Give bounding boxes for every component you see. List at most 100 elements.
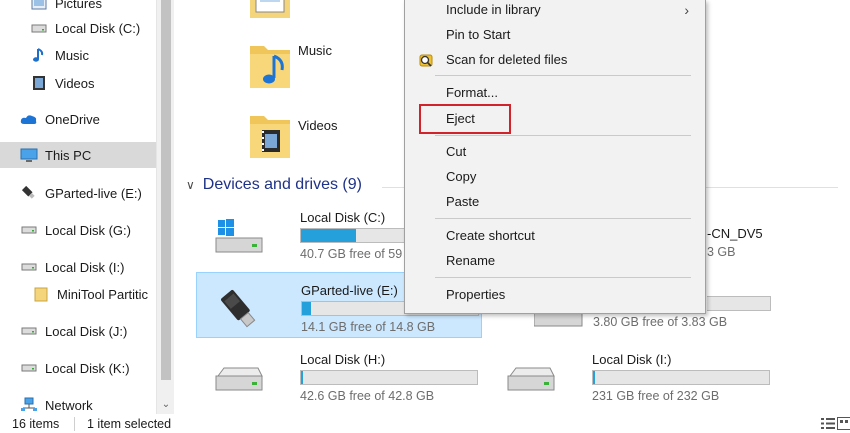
folder-videos-label: Videos bbox=[298, 117, 338, 133]
menu-item-properties[interactable]: Properties bbox=[405, 282, 705, 307]
nav-item-label: Pictures bbox=[55, 0, 102, 11]
nav-item-network[interactable]: Network bbox=[20, 392, 174, 414]
nav-item-minitool[interactable]: MiniTool Partitic bbox=[32, 281, 174, 307]
videos-folder-icon bbox=[250, 116, 290, 158]
drive-usage-fill bbox=[302, 302, 311, 315]
nav-scrollbar[interactable]: ⌄ bbox=[156, 0, 174, 414]
chevron-down-icon: ∨ bbox=[186, 178, 195, 192]
nav-item-local-disk-k[interactable]: Local Disk (K:) bbox=[20, 355, 174, 381]
drive-usage-fill bbox=[301, 371, 303, 384]
drive-usage-fill bbox=[301, 229, 356, 242]
music-folder-icon bbox=[250, 46, 290, 88]
nav-item-label: This PC bbox=[45, 147, 92, 163]
navigation-pane: Pictures Local Disk (C:) Music Videos On… bbox=[0, 0, 174, 414]
nav-item-label: Music bbox=[55, 47, 89, 63]
devices-drives-header[interactable]: ∨ Devices and drives (9) bbox=[186, 176, 362, 194]
drive-name: Local Disk (C:) bbox=[300, 210, 386, 225]
drive-icon bbox=[30, 19, 48, 37]
nav-item-local-disk-g[interactable]: Local Disk (G:) bbox=[20, 217, 174, 243]
drive-partial-free: 3 GB bbox=[707, 245, 736, 259]
nav-item-local-disk-c[interactable]: Local Disk (C:) bbox=[30, 15, 174, 41]
this-pc-icon bbox=[20, 146, 38, 164]
nav-item-local-disk-i[interactable]: Local Disk (I:) bbox=[20, 254, 174, 280]
drive-free-space: 40.7 GB free of 59 bbox=[300, 247, 403, 261]
eject-highlight-box bbox=[419, 104, 511, 134]
drive-partial-free-2: 3.80 GB free of 3.83 GB bbox=[593, 315, 728, 329]
drive-name: Local Disk (H:) bbox=[300, 352, 386, 367]
nav-item-label: Local Disk (I:) bbox=[45, 259, 125, 275]
nav-item-label: GParted-live (E:) bbox=[45, 185, 142, 201]
drive-free-space: 42.6 GB free of 42.8 GB bbox=[300, 389, 435, 403]
music-icon bbox=[30, 46, 48, 64]
windows-drive-icon bbox=[215, 219, 263, 253]
item-count: 16 items bbox=[12, 417, 60, 431]
drive-local-disk-h[interactable]: Local Disk (H:) 42.6 GB free of 42.8 GB bbox=[196, 342, 482, 408]
menu-separator bbox=[435, 277, 691, 278]
menu-item-copy[interactable]: Copy bbox=[405, 164, 705, 189]
pictures-folder-icon bbox=[250, 0, 290, 18]
nav-item-label: OneDrive bbox=[45, 111, 100, 127]
menu-item-format[interactable]: Format... bbox=[405, 80, 705, 105]
folder-music[interactable]: Music bbox=[248, 40, 332, 90]
folder-icon bbox=[32, 285, 50, 303]
usb-drive-icon bbox=[221, 289, 256, 328]
usb-drive-icon bbox=[20, 184, 38, 202]
nav-item-label: Local Disk (K:) bbox=[45, 360, 130, 376]
network-icon bbox=[20, 396, 38, 414]
onedrive-icon bbox=[20, 110, 38, 128]
menu-separator bbox=[435, 135, 691, 136]
menu-item-pin-to-start[interactable]: Pin to Start bbox=[405, 22, 705, 47]
menu-item-rename[interactable]: Rename bbox=[405, 248, 705, 273]
nav-scrollbar-thumb[interactable] bbox=[161, 0, 171, 380]
large-icons-view-icon[interactable] bbox=[836, 416, 850, 431]
menu-separator bbox=[435, 218, 691, 219]
folder-music-label: Music bbox=[298, 42, 332, 58]
menu-item-include-in-library[interactable]: Include in library › bbox=[405, 0, 705, 22]
drive-icon bbox=[20, 221, 38, 239]
status-bar: 16 items 1 item selected bbox=[0, 414, 850, 433]
nav-item-pictures[interactable]: Pictures bbox=[30, 0, 174, 16]
drive-icon bbox=[507, 367, 555, 391]
scroll-down-icon[interactable]: ⌄ bbox=[157, 396, 174, 414]
nav-item-label: Local Disk (J:) bbox=[45, 323, 128, 339]
folder-videos[interactable]: Videos bbox=[248, 110, 338, 160]
menu-item-create-shortcut[interactable]: Create shortcut bbox=[405, 223, 705, 248]
chevron-right-icon: › bbox=[684, 1, 689, 18]
nav-item-this-pc[interactable]: This PC bbox=[0, 142, 156, 168]
nav-item-local-disk-j[interactable]: Local Disk (J:) bbox=[20, 318, 174, 344]
folder-pictures-partial[interactable] bbox=[248, 0, 292, 20]
section-title: Devices and drives (9) bbox=[202, 176, 362, 193]
pictures-folder-icon bbox=[30, 0, 48, 12]
drive-name: GParted-live (E:) bbox=[301, 283, 398, 298]
nav-item-label: Videos bbox=[55, 75, 95, 91]
scan-icon bbox=[419, 54, 433, 67]
menu-item-paste[interactable]: Paste bbox=[405, 189, 705, 214]
drive-partial-name: -CN_DV5 bbox=[707, 226, 763, 241]
nav-item-label: Local Disk (C:) bbox=[55, 20, 141, 36]
videos-icon bbox=[30, 74, 48, 92]
context-menu: Include in library › Pin to Start Scan f… bbox=[404, 0, 706, 314]
drive-icon bbox=[215, 367, 263, 391]
drive-local-disk-i[interactable]: Local Disk (I:) 231 GB free of 232 GB bbox=[488, 342, 774, 408]
nav-item-label: MiniTool Partitic bbox=[57, 286, 149, 302]
menu-separator bbox=[435, 75, 691, 76]
menu-item-scan-deleted-files[interactable]: Scan for deleted files bbox=[405, 47, 705, 72]
drive-icon bbox=[20, 322, 38, 340]
drive-name: Local Disk (I:) bbox=[592, 352, 672, 367]
drive-partial-bar bbox=[707, 296, 771, 311]
drive-usage-bar bbox=[300, 370, 478, 385]
drive-usage-bar bbox=[592, 370, 770, 385]
drive-free-space: 231 GB free of 232 GB bbox=[592, 389, 720, 403]
nav-item-label: Local Disk (G:) bbox=[45, 222, 131, 238]
menu-item-cut[interactable]: Cut bbox=[405, 139, 705, 164]
nav-item-onedrive[interactable]: OneDrive bbox=[20, 106, 174, 132]
drive-icon bbox=[20, 258, 38, 276]
drive-icon bbox=[20, 359, 38, 377]
drive-usage-fill bbox=[593, 371, 595, 384]
details-view-icon[interactable] bbox=[820, 416, 836, 431]
nav-item-videos[interactable]: Videos bbox=[30, 70, 174, 96]
nav-item-gparted-live[interactable]: GParted-live (E:) bbox=[20, 180, 174, 206]
status-divider bbox=[74, 417, 75, 431]
nav-item-music[interactable]: Music bbox=[30, 42, 174, 68]
selection-count: 1 item selected bbox=[87, 417, 172, 431]
